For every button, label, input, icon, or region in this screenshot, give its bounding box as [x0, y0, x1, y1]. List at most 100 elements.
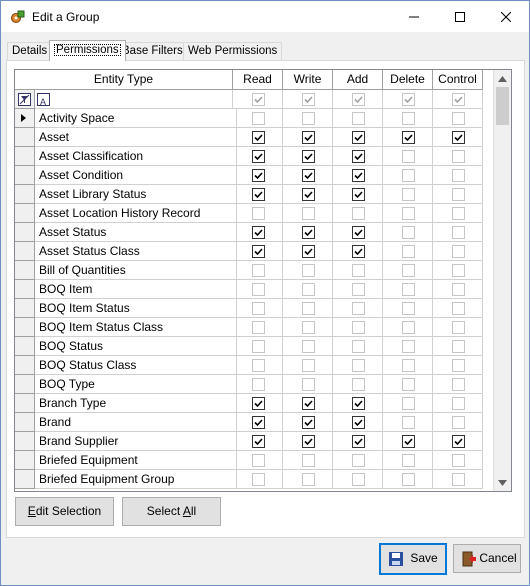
- add-checkbox[interactable]: [351, 435, 365, 448]
- read-checkbox[interactable]: [251, 264, 265, 277]
- control-checkbox[interactable]: [451, 283, 465, 296]
- row-header[interactable]: [15, 432, 35, 451]
- add-cell[interactable]: [333, 299, 383, 318]
- delete-cell[interactable]: [383, 375, 433, 394]
- cancel-button[interactable]: Cancel: [453, 544, 521, 573]
- table-row[interactable]: BOQ Item Status Class: [15, 318, 490, 337]
- filter-checkbox-delete[interactable]: [401, 93, 415, 106]
- entity-type-cell[interactable]: BOQ Status: [35, 337, 237, 356]
- add-cell[interactable]: [333, 204, 383, 223]
- control-cell[interactable]: [433, 470, 483, 489]
- add-cell[interactable]: [333, 337, 383, 356]
- table-row[interactable]: BOQ Status Class: [15, 356, 490, 375]
- table-row[interactable]: Asset Location History Record: [15, 204, 490, 223]
- row-header[interactable]: [15, 128, 35, 147]
- filter-cell-entity-type[interactable]: A: [35, 90, 233, 109]
- delete-cell[interactable]: [383, 337, 433, 356]
- delete-cell[interactable]: [383, 128, 433, 147]
- read-cell[interactable]: [233, 128, 283, 147]
- add-checkbox[interactable]: [351, 150, 365, 163]
- table-row[interactable]: Asset: [15, 128, 490, 147]
- read-cell[interactable]: [233, 413, 283, 432]
- write-cell[interactable]: [283, 261, 333, 280]
- write-cell[interactable]: [283, 109, 333, 128]
- write-cell[interactable]: [283, 470, 333, 489]
- add-cell[interactable]: [333, 318, 383, 337]
- entity-type-cell[interactable]: Asset Status Class: [35, 242, 237, 261]
- write-cell[interactable]: [283, 128, 333, 147]
- row-header[interactable]: [15, 451, 35, 470]
- write-cell[interactable]: [283, 413, 333, 432]
- entity-type-cell[interactable]: Asset Condition: [35, 166, 237, 185]
- read-cell[interactable]: [233, 109, 283, 128]
- delete-cell[interactable]: [383, 166, 433, 185]
- write-cell[interactable]: [283, 318, 333, 337]
- write-checkbox[interactable]: [301, 264, 315, 277]
- control-checkbox[interactable]: [451, 226, 465, 239]
- tab-permissions[interactable]: Permissions: [49, 40, 126, 61]
- delete-checkbox[interactable]: [401, 207, 415, 220]
- control-checkbox[interactable]: [451, 264, 465, 277]
- add-checkbox[interactable]: [351, 207, 365, 220]
- row-header[interactable]: [15, 261, 35, 280]
- write-cell[interactable]: [283, 451, 333, 470]
- entity-type-cell[interactable]: Activity Space: [35, 109, 237, 128]
- minimize-button[interactable]: [391, 1, 437, 32]
- control-checkbox[interactable]: [451, 378, 465, 391]
- read-cell[interactable]: [233, 261, 283, 280]
- table-row[interactable]: Briefed Equipment: [15, 451, 490, 470]
- control-checkbox[interactable]: [451, 473, 465, 486]
- delete-cell[interactable]: [383, 451, 433, 470]
- delete-cell[interactable]: [383, 394, 433, 413]
- read-cell[interactable]: [233, 337, 283, 356]
- read-checkbox[interactable]: [251, 150, 265, 163]
- read-cell[interactable]: [233, 166, 283, 185]
- row-header[interactable]: [15, 299, 35, 318]
- write-checkbox[interactable]: [301, 207, 315, 220]
- control-checkbox[interactable]: [451, 131, 465, 144]
- read-checkbox[interactable]: [251, 207, 265, 220]
- add-cell[interactable]: [333, 413, 383, 432]
- read-cell[interactable]: [233, 147, 283, 166]
- add-checkbox[interactable]: [351, 131, 365, 144]
- maximize-button[interactable]: [437, 1, 483, 32]
- edit-selection-button[interactable]: Edit Selection: [15, 497, 114, 526]
- delete-checkbox[interactable]: [401, 169, 415, 182]
- delete-checkbox[interactable]: [401, 340, 415, 353]
- tab-base-filters[interactable]: Base Filters: [117, 42, 188, 60]
- delete-checkbox[interactable]: [401, 245, 415, 258]
- control-checkbox[interactable]: [451, 359, 465, 372]
- entity-type-cell[interactable]: BOQ Item Status: [35, 299, 237, 318]
- control-cell[interactable]: [433, 318, 483, 337]
- scroll-up-button[interactable]: [494, 70, 511, 87]
- add-cell[interactable]: [333, 280, 383, 299]
- delete-cell[interactable]: [383, 242, 433, 261]
- tab-details[interactable]: Details: [7, 42, 53, 60]
- read-cell[interactable]: [233, 223, 283, 242]
- control-cell[interactable]: [433, 147, 483, 166]
- filter-checkbox-add[interactable]: [351, 93, 365, 106]
- control-checkbox[interactable]: [451, 150, 465, 163]
- write-checkbox[interactable]: [301, 321, 315, 334]
- write-checkbox[interactable]: [301, 359, 315, 372]
- control-checkbox[interactable]: [451, 397, 465, 410]
- table-row[interactable]: Asset Library Status: [15, 185, 490, 204]
- entity-type-cell[interactable]: Asset Library Status: [35, 185, 237, 204]
- control-cell[interactable]: [433, 280, 483, 299]
- read-checkbox[interactable]: [251, 169, 265, 182]
- table-row[interactable]: BOQ Type: [15, 375, 490, 394]
- control-checkbox[interactable]: [451, 112, 465, 125]
- control-cell[interactable]: [433, 413, 483, 432]
- delete-checkbox[interactable]: [401, 150, 415, 163]
- add-checkbox[interactable]: [351, 416, 365, 429]
- add-cell[interactable]: [333, 432, 383, 451]
- filter-checkbox-write[interactable]: [301, 93, 315, 106]
- control-checkbox[interactable]: [451, 454, 465, 467]
- control-cell[interactable]: [433, 394, 483, 413]
- write-checkbox[interactable]: [301, 340, 315, 353]
- add-checkbox[interactable]: [351, 321, 365, 334]
- read-cell[interactable]: [233, 242, 283, 261]
- add-cell[interactable]: [333, 128, 383, 147]
- read-cell[interactable]: [233, 185, 283, 204]
- add-cell[interactable]: [333, 394, 383, 413]
